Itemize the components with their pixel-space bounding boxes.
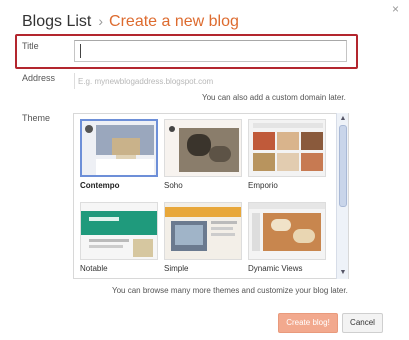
theme-thumbnail xyxy=(248,202,326,260)
create-blog-dialog: × Blogs List › Create a new blog Title Add… xyxy=(0,0,409,340)
scroll-thumb[interactable] xyxy=(339,125,347,207)
cancel-button[interactable]: Cancel xyxy=(342,313,383,333)
theme-label: Theme xyxy=(22,113,51,123)
theme-name: Dynamic Views xyxy=(248,264,303,273)
theme-option-notable[interactable]: Notable xyxy=(80,202,158,273)
theme-thumbnail xyxy=(80,119,158,177)
theme-name: Soho xyxy=(164,181,183,190)
theme-name: Emporio xyxy=(248,181,278,190)
breadcrumb: Blogs List › Create a new blog xyxy=(22,12,239,31)
title-input[interactable] xyxy=(74,40,347,62)
address-label: Address xyxy=(22,73,56,83)
breadcrumb-blogs-list[interactable]: Blogs List xyxy=(22,13,91,30)
theme-option-soho[interactable]: Soho xyxy=(164,119,242,190)
theme-scrollbar[interactable]: ▲ ▼ xyxy=(336,113,348,279)
breadcrumb-separator: › xyxy=(98,13,104,29)
theme-option-contempo[interactable]: Contempo xyxy=(80,119,158,190)
page-title: Create a new blog xyxy=(109,13,239,30)
theme-picker: Contempo Soho Emporio Notable Simple Dyn… xyxy=(73,113,349,279)
theme-name: Simple xyxy=(164,264,189,273)
theme-option-emporio[interactable]: Emporio xyxy=(248,119,326,190)
theme-thumbnail xyxy=(248,119,326,177)
theme-thumbnail xyxy=(164,119,242,177)
scroll-down-icon[interactable]: ▼ xyxy=(337,268,349,278)
theme-option-dynamic-views[interactable]: Dynamic Views xyxy=(248,202,326,273)
theme-name: Contempo xyxy=(80,181,120,190)
close-icon[interactable]: × xyxy=(392,3,399,15)
theme-thumbnail xyxy=(80,202,158,260)
theme-name: Notable xyxy=(80,264,108,273)
theme-thumbnail xyxy=(164,202,242,260)
scroll-up-icon[interactable]: ▲ xyxy=(337,114,349,124)
create-blog-button[interactable]: Create blog! xyxy=(278,313,338,333)
address-hint: You can also add a custom domain later. xyxy=(202,93,346,102)
theme-hint: You can browse many more themes and cust… xyxy=(112,286,348,295)
address-input[interactable] xyxy=(74,73,347,89)
text-cursor xyxy=(80,44,81,58)
theme-option-simple[interactable]: Simple xyxy=(164,202,242,273)
